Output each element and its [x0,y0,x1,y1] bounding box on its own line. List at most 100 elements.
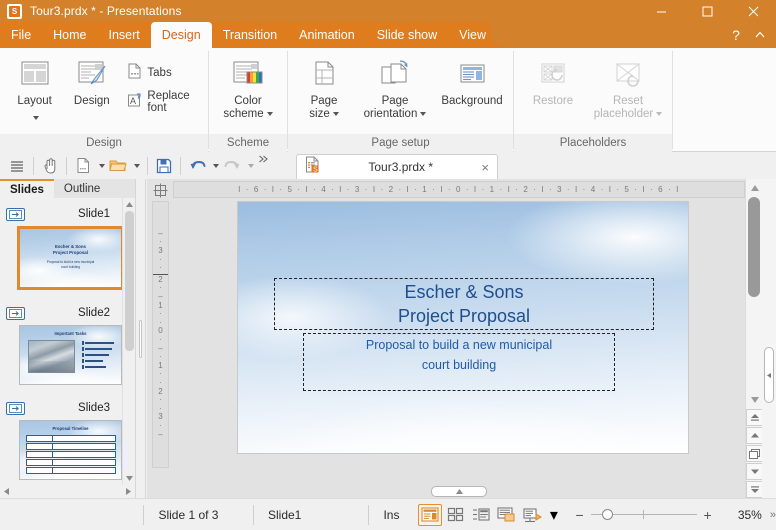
open-dropdown-caret[interactable] [129,155,142,177]
undo-icon[interactable] [186,155,208,177]
notes-view-icon[interactable] [495,504,519,526]
panel-vertical-scrollbar[interactable] [122,198,135,485]
slide-transition-badge-icon[interactable] [6,401,25,415]
slide-canvas[interactable]: Escher & Sons Project Proposal Proposal … [173,201,745,468]
fit-to-window-button[interactable]: » [762,509,776,521]
editor-scroll-up-button[interactable] [746,179,763,196]
editor-vertical-scrollbar[interactable] [745,179,763,498]
panel-scrollbar-thumb[interactable] [125,211,134,351]
collapse-ribbon-button[interactable] [748,23,772,47]
splitter-grip[interactable] [139,319,142,358]
next-slide-button[interactable] [746,481,763,498]
zoom-out-button[interactable]: − [569,507,591,523]
tab-view[interactable]: View [448,22,497,48]
zoom-track[interactable] [590,509,697,520]
zoom-value[interactable]: 35% [719,508,762,522]
maximize-button[interactable] [684,0,730,22]
editor-vscroll-thumb[interactable] [748,197,760,297]
page-down-button[interactable] [746,463,763,480]
reset-placeholder-dropdown-caret-icon[interactable] [656,111,663,116]
tab-home[interactable]: Home [42,22,97,48]
slide-thumbnail-list[interactable]: Slide1 Escher & Sons Project Proposal Pr… [0,198,122,485]
title-placeholder[interactable]: Escher & Sons Project Proposal [274,278,654,330]
panel-splitter[interactable] [136,179,146,498]
color-scheme-button[interactable]: Color scheme [210,52,286,121]
slide-transition-badge-icon[interactable] [6,207,25,221]
undo-dropdown-caret[interactable] [208,155,221,177]
layout-dropdown-caret-icon[interactable] [30,109,40,127]
subtitle-placeholder[interactable]: Proposal to build a new municipal court … [303,333,615,391]
minimize-button[interactable] [638,0,684,22]
tab-insert-label: Insert [108,28,140,42]
normal-view-icon[interactable] [418,503,442,526]
panel-tab-outline[interactable]: Outline [53,179,111,198]
document-tab[interactable]: S Tour3.prdx * × [296,154,498,179]
slide-thumbnail-item-2[interactable]: Slide2 Important Tasks [0,290,122,385]
panel-horizontal-scrollbar[interactable] [0,485,135,498]
replace-font-button[interactable]: A Replace font [124,90,208,114]
slide-3-thumbnail[interactable]: Proposal Timeline [19,420,122,480]
reset-placeholder-button[interactable]: Reset placeholder [586,52,670,121]
panel-tab-slides[interactable]: Slides [0,179,54,198]
editor-hscroll-thumb[interactable] [431,485,487,497]
vertical-ruler[interactable]: – · 3 · · 2 · – 1 · · 0 · – · 1 · · 2 · … [152,201,169,468]
page-size-dropdown-caret-icon[interactable] [332,111,339,116]
tab-transition[interactable]: Transition [212,22,288,48]
slide-transition-badge-icon[interactable] [6,306,25,320]
panel-scroll-down-button[interactable] [123,472,136,485]
ribbon-group-design-label: Design [0,134,208,152]
editor-outer-scroll-thumb[interactable] [764,347,774,403]
tab-file[interactable]: File [0,22,42,48]
zoom-in-button[interactable]: + [697,507,719,523]
horizontal-ruler[interactable]: I · 6 · I · 5 · I · 4 · I · 3 · I · 2 · … [173,181,745,198]
slide-thumbnail-item-1[interactable]: Slide1 Escher & Sons Project Proposal Pr… [0,202,122,290]
zoom-slider[interactable]: − + [569,507,719,523]
restore-placeholder-button[interactable]: Restore [520,52,586,108]
outline-view-icon[interactable] [469,504,493,526]
help-button[interactable]: ? [724,23,748,47]
save-icon[interactable] [153,155,175,177]
design-button[interactable]: Design [63,52,120,108]
current-slide[interactable]: Escher & Sons Project Proposal Proposal … [237,201,689,454]
menu-icon[interactable] [6,155,28,177]
tab-insert[interactable]: Insert [98,22,151,48]
background-button[interactable]: Background [436,52,508,108]
document-tab-close-icon[interactable]: × [481,160,489,175]
page-orientation-button[interactable]: Page orientation [354,52,436,121]
hand-select-icon[interactable] [39,155,61,177]
new-document-icon[interactable] [72,155,94,177]
page-size-button[interactable]: Page size [294,52,354,121]
ribbon-group-page-setup: Page size Page orientation Background Pa… [288,48,513,152]
color-scheme-dropdown-caret-icon[interactable] [266,111,273,116]
slideshow-icon[interactable] [520,504,544,526]
select-browse-object-icon[interactable] [746,445,763,462]
slideshow-dropdown-caret[interactable]: ▾ [546,504,562,526]
ruler-corner-marker[interactable] [147,179,173,201]
tabs-button[interactable]: Tabs [124,61,208,85]
slide-thumbnail-item-3[interactable]: Slide3 Proposal Timeline [0,385,122,480]
redo-icon[interactable] [221,155,243,177]
panel-scroll-right-button[interactable] [122,485,135,498]
editor-outer-scrollbar[interactable] [762,179,776,498]
editor-scroll-down-button[interactable] [746,391,763,408]
editor-horizontal-scrollbar[interactable] [173,484,745,498]
panel-scroll-left-button[interactable] [0,485,13,498]
layout-button[interactable]: Layout [6,52,63,127]
slide-sorter-icon[interactable] [444,504,468,526]
overflow-chevrons[interactable] [256,155,270,177]
slide-1-thumbnail[interactable]: Escher & Sons Project Proposal Proposal … [17,226,122,290]
insert-mode[interactable]: Ins [369,508,417,522]
tab-slide-show[interactable]: Slide show [366,22,448,48]
close-button[interactable] [730,0,776,22]
new-dropdown-caret[interactable] [94,155,107,177]
tab-animation[interactable]: Animation [288,22,366,48]
redo-dropdown-caret[interactable] [243,155,256,177]
previous-slide-button[interactable] [746,409,763,426]
panel-scroll-up-button[interactable] [123,198,136,211]
zoom-knob[interactable] [601,509,613,520]
page-orientation-dropdown-caret-icon[interactable] [420,111,427,116]
slide-2-thumbnail[interactable]: Important Tasks [19,325,122,385]
page-up-button[interactable] [746,427,763,444]
tab-design[interactable]: Design [150,22,212,48]
open-folder-icon[interactable] [107,155,129,177]
